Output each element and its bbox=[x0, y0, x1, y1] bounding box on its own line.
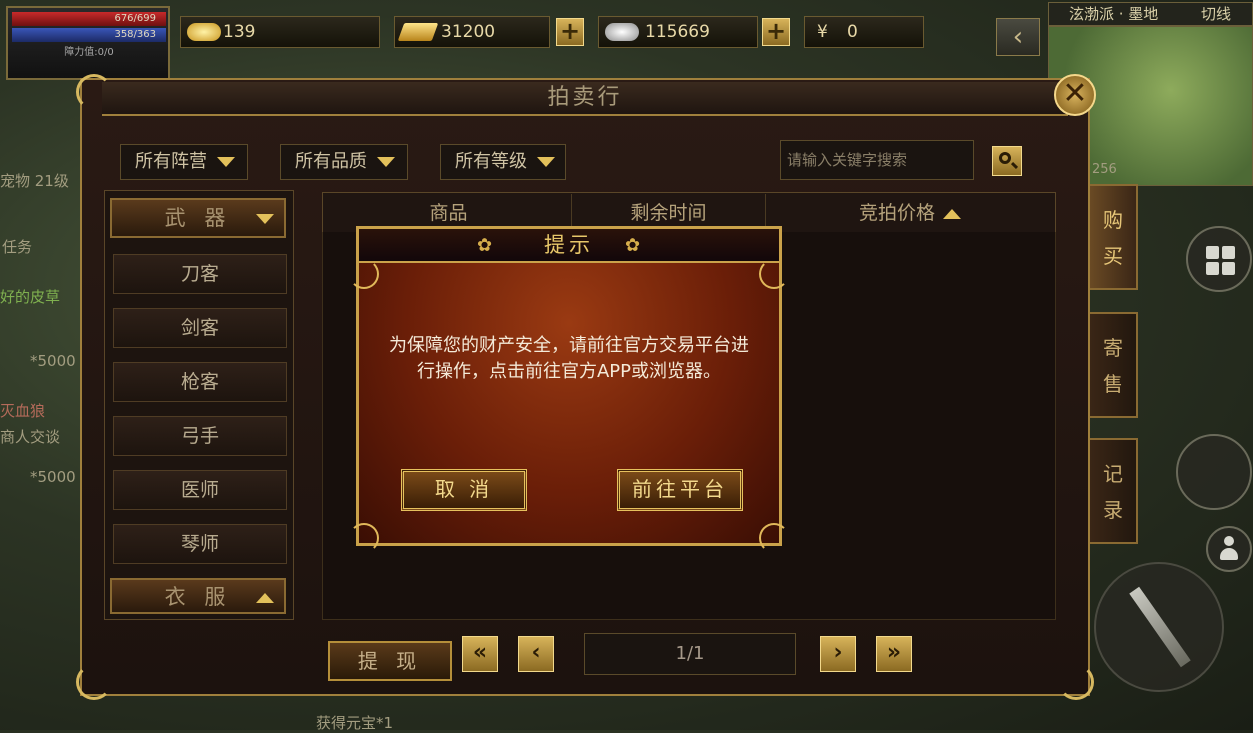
yuan-icon: ¥ bbox=[817, 22, 828, 42]
tab-records-char-2: 录 bbox=[1103, 498, 1123, 522]
tab-consign-char-2: 售 bbox=[1103, 372, 1123, 396]
yuan-value: 0 bbox=[847, 22, 858, 42]
quality-filter-label: 所有品质 bbox=[295, 151, 367, 172]
switch-line-button[interactable]: 切线 bbox=[1201, 3, 1231, 25]
obstacle-value: 障力值:0/0 bbox=[64, 47, 114, 58]
next-page-button[interactable]: › bbox=[820, 636, 856, 672]
category-weapon-label: 武 器 bbox=[164, 206, 232, 230]
category-clothes-header[interactable]: 衣 服 bbox=[110, 578, 286, 614]
corner-ornament bbox=[759, 259, 789, 289]
corner-ornament bbox=[349, 259, 379, 289]
category-item-jianke[interactable]: 剑客 bbox=[113, 308, 287, 348]
corner-ornament bbox=[76, 664, 112, 700]
level-filter[interactable]: 所有等级 bbox=[440, 144, 566, 180]
category-item-gongshou[interactable]: 弓手 bbox=[113, 416, 287, 456]
tab-records-char-1: 记 bbox=[1103, 462, 1123, 486]
page-indicator: 1/1 bbox=[584, 633, 796, 675]
search-input[interactable] bbox=[780, 140, 974, 180]
notice-title-bar: ✿ 提示 ✿ bbox=[359, 229, 779, 263]
tab-buy-char-1: 购 bbox=[1103, 208, 1123, 232]
corner-ornament bbox=[76, 74, 112, 110]
chevron-down-icon bbox=[377, 157, 395, 167]
pet-level: 宠物 21级 bbox=[0, 172, 69, 190]
hp-bar: 676/699 bbox=[12, 12, 166, 26]
category-item-yishi[interactable]: 医师 bbox=[113, 470, 287, 510]
last-page-button[interactable]: » bbox=[876, 636, 912, 672]
camp-filter-label: 所有阵营 bbox=[135, 151, 207, 172]
first-page-button[interactable]: « bbox=[462, 636, 498, 672]
mp-bar: 358/363 bbox=[12, 28, 166, 42]
category-item-qiangke[interactable]: 枪客 bbox=[113, 362, 287, 402]
chevron-down-icon bbox=[537, 157, 555, 167]
yuan-counter: ¥ 0 bbox=[804, 16, 924, 48]
notice-title: 提示 bbox=[544, 233, 594, 257]
attack-button[interactable] bbox=[1094, 562, 1224, 692]
category-weapon-header[interactable]: 武 器 bbox=[110, 198, 286, 238]
back-arrow-icon[interactable]: ‹ bbox=[996, 18, 1040, 56]
quest-trade: 商人交谈 bbox=[0, 428, 61, 446]
quest-item: 好的皮草 bbox=[0, 288, 61, 306]
tab-buy[interactable]: 购 买 bbox=[1090, 184, 1138, 290]
task-label: 任务 bbox=[2, 238, 33, 256]
add-gold-button[interactable]: + bbox=[556, 18, 584, 46]
silver-icon bbox=[605, 23, 639, 41]
quest-target: 灭血狼 bbox=[0, 402, 46, 420]
gold-ingot-icon bbox=[187, 23, 221, 41]
cancel-button[interactable]: 取 消 bbox=[401, 469, 527, 511]
quest-count-2: *5000 bbox=[30, 468, 76, 486]
minimap-level: 256 bbox=[1092, 162, 1117, 177]
swirl-ornament-icon: ✿ bbox=[625, 235, 641, 256]
prev-page-button[interactable]: ‹ bbox=[518, 636, 554, 672]
tab-records[interactable]: 记 录 bbox=[1090, 438, 1138, 544]
skill-slot-button[interactable] bbox=[1176, 434, 1252, 510]
player-stats: 676/699 358/363 障力值:0/0 bbox=[6, 6, 170, 80]
quality-filter[interactable]: 所有品质 bbox=[280, 144, 408, 180]
notice-dialog: ✿ 提示 ✿ 为保障您的财产安全，请前往官方交易平台进行操作，点击前往官方APP… bbox=[349, 226, 789, 553]
sword-icon bbox=[1129, 586, 1191, 668]
tab-consign[interactable]: 寄 售 bbox=[1090, 312, 1138, 418]
auction-title: 拍卖行 bbox=[547, 85, 623, 110]
gold-ingot-value: 139 bbox=[223, 22, 256, 42]
corner-ornament bbox=[759, 523, 789, 553]
chevron-down-icon bbox=[217, 157, 235, 167]
level-filter-label: 所有等级 bbox=[455, 151, 527, 172]
category-item-qinshi[interactable]: 琴师 bbox=[113, 524, 287, 564]
camp-filter[interactable]: 所有阵营 bbox=[120, 144, 248, 180]
tab-consign-char-1: 寄 bbox=[1103, 336, 1123, 360]
chevron-down-icon bbox=[246, 200, 274, 236]
gold-bar-icon bbox=[397, 23, 439, 41]
silver-value: 115669 bbox=[645, 22, 710, 42]
corner-ornament bbox=[349, 523, 379, 553]
go-to-platform-button[interactable]: 前往平台 bbox=[617, 469, 743, 511]
gold-ingot-counter: 139 bbox=[180, 16, 380, 48]
person-icon bbox=[1220, 536, 1238, 562]
grid-menu-icon bbox=[1206, 246, 1236, 276]
column-header-price-label: 竞拍价格 bbox=[858, 202, 935, 224]
silver-counter: 115669 bbox=[598, 16, 758, 48]
auction-title-bar: 拍卖行 bbox=[102, 82, 1068, 116]
notice-message: 为保障您的财产安全，请前往官方交易平台进行操作，点击前往官方APP或浏览器。 bbox=[389, 335, 749, 382]
chevron-up-icon bbox=[248, 580, 274, 614]
corner-ornament bbox=[1058, 664, 1094, 700]
gold-bar-value: 31200 bbox=[441, 22, 496, 42]
sort-ascending-icon bbox=[943, 208, 961, 219]
search-icon[interactable] bbox=[992, 146, 1022, 176]
withdraw-button[interactable]: 提 现 bbox=[328, 641, 452, 681]
category-item-daoke[interactable]: 刀客 bbox=[113, 254, 287, 294]
gold-bar-counter: 31200 bbox=[394, 16, 550, 48]
menu-round-button[interactable] bbox=[1186, 226, 1252, 292]
close-icon[interactable]: ✕ bbox=[1054, 74, 1096, 116]
add-silver-button[interactable]: + bbox=[762, 18, 790, 46]
tab-buy-char-2: 买 bbox=[1103, 244, 1123, 268]
region-name: 泫渤派 · 墨地 bbox=[1069, 5, 1159, 23]
region-bar: 泫渤派 · 墨地 切线 bbox=[1048, 2, 1253, 26]
category-clothes-label: 衣 服 bbox=[164, 585, 232, 609]
quest-count-1: *5000 bbox=[30, 352, 76, 370]
profile-button[interactable] bbox=[1206, 526, 1252, 572]
swirl-ornament-icon: ✿ bbox=[477, 235, 493, 256]
column-header-price[interactable]: 竞拍价格 bbox=[766, 194, 1054, 232]
